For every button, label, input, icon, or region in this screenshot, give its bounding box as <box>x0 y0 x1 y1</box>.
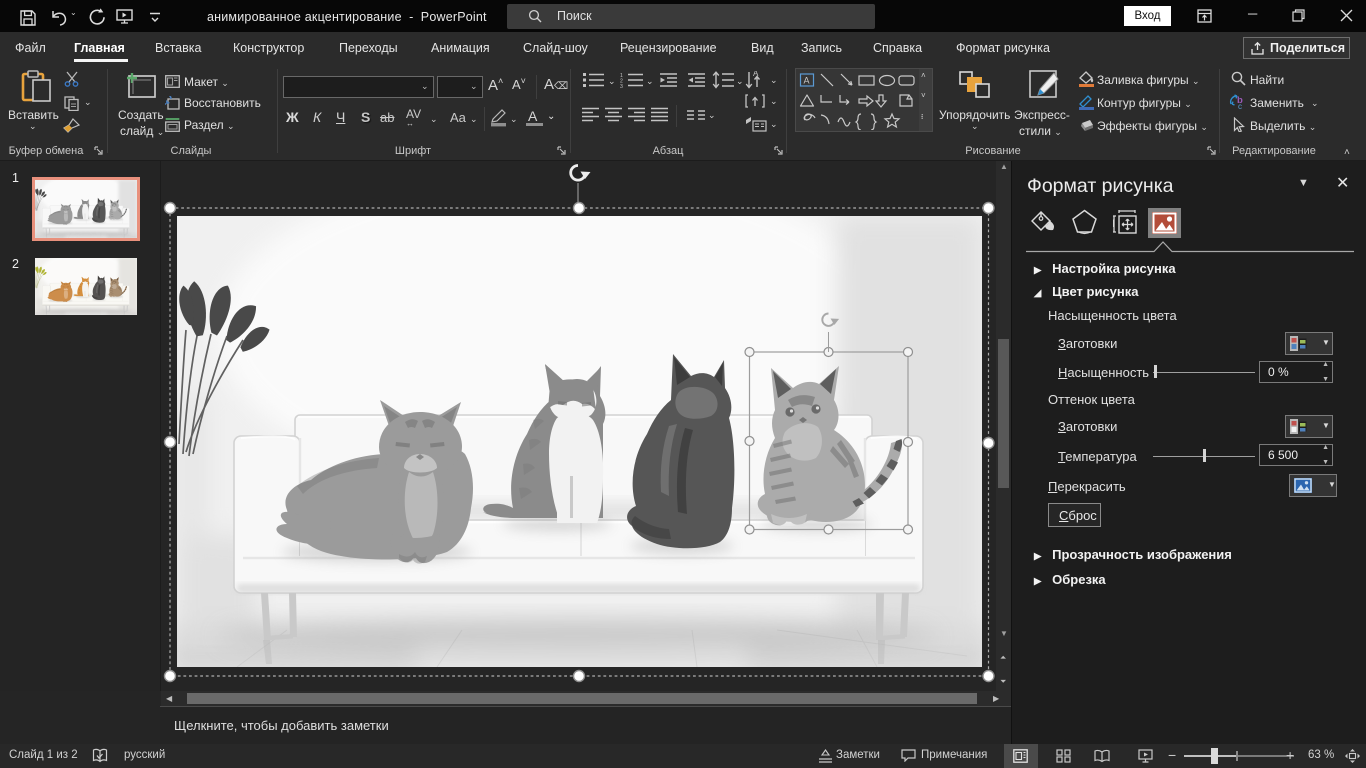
svg-text:c: c <box>1238 102 1242 110</box>
svg-text:I: I <box>1112 218 1115 230</box>
svg-text:A: A <box>753 71 759 78</box>
svg-text:3: 3 <box>620 84 623 88</box>
svg-text:A: A <box>804 76 810 86</box>
